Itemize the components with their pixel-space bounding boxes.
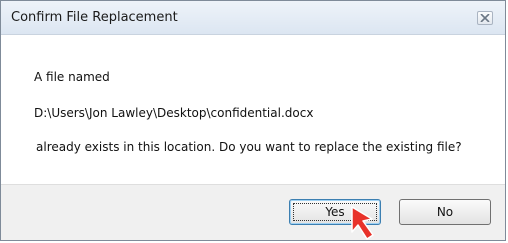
message-line-question: already exists in this location. Do you … (36, 140, 462, 154)
button-bar: Yes No (1, 184, 505, 240)
close-icon (480, 14, 490, 22)
title-bar: Confirm File Replacement (1, 1, 505, 35)
close-button[interactable] (477, 11, 493, 25)
dialog-title: Confirm File Replacement (11, 10, 178, 25)
confirm-file-replacement-dialog: Confirm File Replacement A file named D:… (0, 0, 506, 241)
no-button[interactable]: No (399, 199, 491, 225)
file-path: D:\Users\Jon Lawley\Desktop\confidential… (34, 106, 314, 120)
no-button-label: No (436, 205, 454, 219)
arrow-cursor-icon (351, 206, 374, 240)
message-line-intro: A file named (34, 70, 110, 84)
message-area: A file named D:\Users\Jon Lawley\Desktop… (1, 35, 505, 184)
